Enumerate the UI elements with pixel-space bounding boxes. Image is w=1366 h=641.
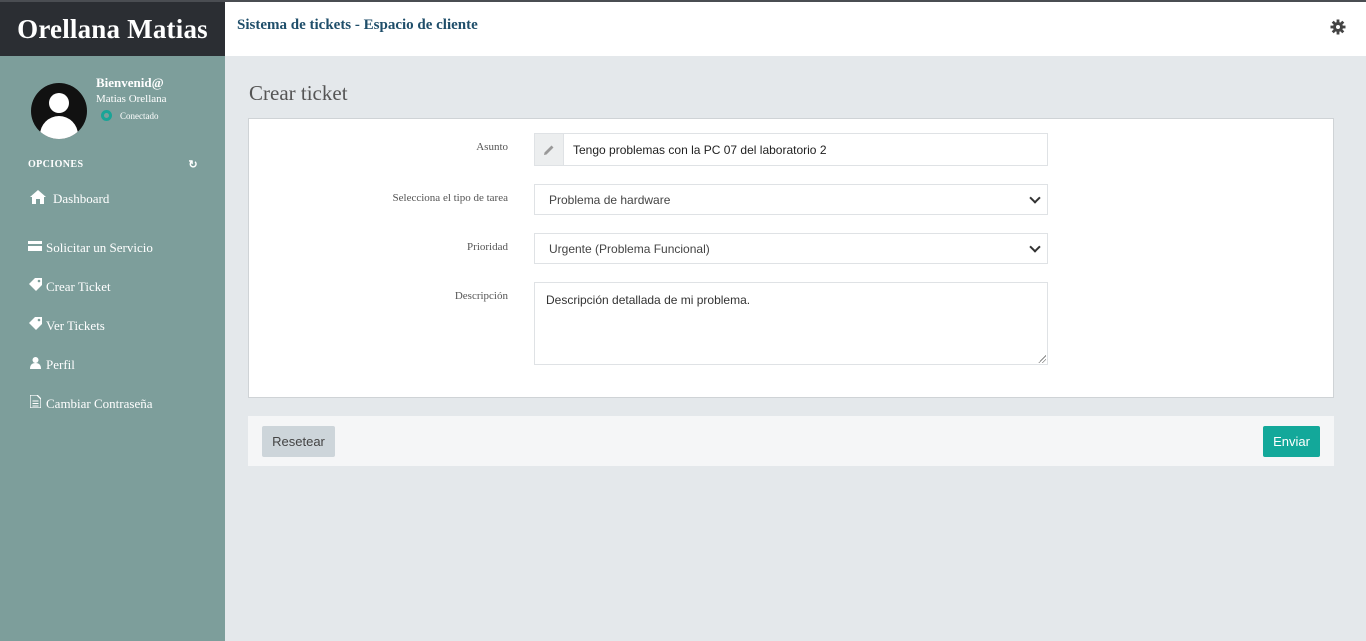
subject-label: Asunto — [476, 141, 508, 153]
subject-input[interactable]: Tengo problemas con la PC 07 del laborat… — [564, 134, 827, 165]
status-dot-icon — [101, 110, 112, 121]
description-label: Descripción — [454, 290, 508, 302]
sidebar-item-crear-ticket[interactable]: Crear Ticket — [28, 267, 153, 306]
sidebar-item-label: Ver Tickets — [46, 317, 105, 333]
brand-name: Orellana Matias — [17, 13, 208, 44]
form-actions: Resetear Enviar — [248, 416, 1334, 466]
task-type-value: Problema de hardware — [549, 192, 671, 207]
sidebar-item-perfil[interactable]: Perfil — [28, 345, 153, 384]
options-label: OPCIONES — [28, 159, 84, 170]
sidebar-item-ver-tickets[interactable]: Ver Tickets — [28, 306, 153, 345]
priority-value: Urgente (Problema Funcional) — [549, 241, 710, 256]
refresh-icon[interactable]: ↻ — [188, 158, 198, 171]
document-icon — [28, 394, 42, 412]
chevron-down-icon — [1029, 240, 1041, 253]
status-indicator: Conectado — [101, 110, 159, 121]
description-value: Descripción detallada de mi problema. — [546, 293, 751, 307]
sidebar-item-solicitar-servicio[interactable]: Solicitar un Servicio — [28, 228, 153, 267]
header-title: Sistema de tickets - Espacio de cliente — [237, 17, 478, 33]
status-label: Conectado — [120, 110, 159, 121]
pencil-icon — [535, 134, 564, 165]
home-icon — [28, 189, 48, 209]
sidebar-item-cambiar-contrasena[interactable]: Cambiar Contraseña — [28, 384, 153, 423]
task-type-select[interactable]: Problema de hardware — [534, 184, 1048, 215]
avatar — [31, 83, 87, 139]
sidebar-menu: Dashboard Solicitar un Servicio Crear Ti… — [28, 189, 153, 423]
credit-card-icon — [28, 240, 42, 255]
user-icon — [28, 356, 42, 373]
sidebar-item-label: Crear Ticket — [46, 278, 111, 294]
gear-icon[interactable] — [1330, 19, 1346, 35]
brand-bar: Orellana Matias — [0, 0, 225, 56]
page-title: Crear ticket — [249, 81, 348, 105]
user-profile: Bienvenid@ Matias Orellana Conectado — [0, 56, 225, 151]
ticket-form-panel: Asunto Tengo problemas con la PC 07 del … — [248, 118, 1334, 398]
priority-label: Prioridad — [467, 241, 508, 253]
user-name: Matias Orellana — [96, 93, 167, 105]
sidebar-item-label: Dashboard — [53, 191, 110, 206]
resize-handle[interactable] — [1038, 355, 1046, 363]
welcome-text: Bienvenid@ — [96, 75, 164, 90]
send-button[interactable]: Enviar — [1263, 426, 1320, 457]
sidebar-item-label: Perfil — [46, 356, 75, 372]
options-header: OPCIONES ↻ — [28, 158, 198, 171]
sidebar-item-dashboard[interactable]: Dashboard — [28, 189, 153, 209]
description-textarea[interactable]: Descripción detallada de mi problema. — [534, 282, 1048, 365]
top-header: Sistema de tickets - Espacio de cliente — [225, 0, 1366, 56]
tag-icon — [28, 278, 42, 295]
tag-icon — [28, 317, 42, 334]
sidebar-item-label: Cambiar Contraseña — [46, 395, 153, 411]
sidebar-item-label: Solicitar un Servicio — [46, 239, 153, 255]
priority-select[interactable]: Urgente (Problema Funcional) — [534, 233, 1048, 264]
chevron-down-icon — [1029, 191, 1041, 204]
subject-field[interactable]: Tengo problemas con la PC 07 del laborat… — [534, 133, 1048, 166]
sidebar: Orellana Matias Bienvenid@ Matias Orella… — [0, 0, 225, 641]
reset-button[interactable]: Resetear — [262, 426, 335, 457]
task-type-label: Selecciona el tipo de tarea — [392, 192, 508, 204]
